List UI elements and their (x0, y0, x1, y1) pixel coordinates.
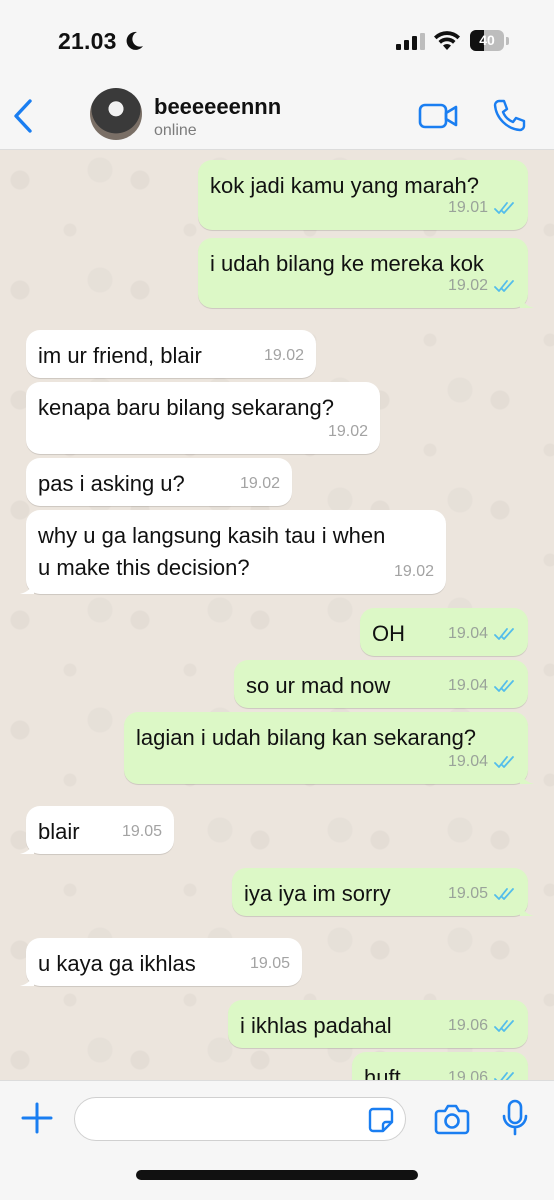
contact-status: online (154, 122, 197, 139)
voice-call-icon[interactable] (492, 98, 526, 132)
bubble-tail (520, 770, 534, 784)
outgoing-message-bubble[interactable]: lagian i udah bilang kan sekarang? 19.04 (124, 712, 534, 784)
message-time: 19.02 (327, 423, 368, 440)
message-meta: 19.06 (448, 1062, 516, 1080)
double-check-icon (494, 888, 514, 900)
message-meta: 19.02 (448, 270, 516, 302)
incoming-message-bubble[interactable]: pas i asking u? 19.02 (26, 458, 292, 506)
message-text: kok jadi kamu yang marah? (210, 173, 480, 198)
message-meta: 19.05 (122, 816, 162, 848)
message-meta: 19.04 (448, 670, 516, 702)
message-meta: 19.05 (448, 878, 516, 910)
outgoing-message-bubble[interactable]: i udah bilang ke mereka kok 19.02 (198, 238, 534, 308)
message-text: im ur friend, blair (38, 343, 202, 368)
message-text: so ur mad now (246, 673, 391, 698)
microphone-icon[interactable] (502, 1099, 528, 1137)
bubble-tail (20, 840, 34, 854)
message-text: u kaya ga ikhlas (38, 951, 196, 976)
bubble-tail (520, 902, 534, 916)
message-time: 19.02 (239, 475, 280, 492)
signal-icon (396, 33, 425, 50)
battery-level: 40 (479, 32, 495, 48)
message-text: why u ga langsung kasih tau i when u mak… (38, 523, 386, 580)
camera-icon[interactable] (434, 1103, 470, 1135)
double-check-icon (494, 756, 514, 768)
outgoing-message-bubble[interactable]: iya iya im sorry 19.05 (232, 868, 534, 916)
incoming-message-bubble[interactable]: blair 19.05 (20, 806, 174, 854)
status-time: 21.03 (58, 28, 117, 54)
message-time: 19.02 (393, 563, 434, 580)
outgoing-message-bubble[interactable]: i ikhlas padahal 19.06 (228, 1000, 528, 1048)
message-list[interactable]: kok jadi kamu yang marah? 19.01 i udah bil… (0, 150, 554, 1080)
double-check-icon (494, 280, 514, 292)
message-time: 19.02 (447, 277, 488, 294)
incoming-message-bubble[interactable]: u kaya ga ikhlas 19.05 (20, 938, 302, 986)
message-text: iya iya im sorry (244, 881, 391, 906)
wifi-icon (434, 31, 460, 50)
message-meta: 19.02 (264, 340, 304, 372)
sticker-icon[interactable] (368, 1107, 394, 1133)
bubble-tail (520, 294, 534, 308)
incoming-message-bubble[interactable]: im ur friend, blair 19.02 (26, 330, 316, 378)
message-time: 19.05 (447, 885, 488, 902)
message-input[interactable] (74, 1097, 406, 1141)
message-meta: 19.04 (448, 746, 516, 778)
message-text: huft (364, 1065, 401, 1080)
message-meta: 19.02 (328, 416, 368, 448)
bubble-tail (20, 972, 34, 986)
message-time: 19.01 (447, 199, 488, 216)
outgoing-message-bubble[interactable]: OH 19.04 (360, 608, 528, 656)
message-text: kenapa baru bilang sekarang? (38, 395, 335, 420)
double-check-icon (494, 202, 514, 214)
message-time: 19.05 (121, 823, 162, 840)
back-chevron-icon[interactable] (10, 98, 36, 134)
message-time: 19.04 (447, 677, 488, 694)
contact-avatar[interactable] (90, 88, 142, 140)
chat-header: beeeeeennn online (0, 80, 554, 150)
double-check-icon (494, 628, 514, 640)
double-check-icon (494, 1020, 514, 1032)
plus-icon[interactable] (20, 1101, 54, 1135)
double-check-icon (494, 1072, 514, 1080)
message-meta: 19.02 (394, 556, 434, 588)
contact-name[interactable]: beeeeeennn (154, 94, 281, 120)
message-time: 19.04 (447, 625, 488, 642)
message-text: i udah bilang ke mereka kok (210, 251, 484, 276)
message-time: 19.06 (447, 1017, 488, 1034)
status-bar: 21.03 40 (0, 0, 554, 80)
message-time: 19.06 (447, 1069, 488, 1080)
message-time: 19.04 (447, 753, 488, 770)
outgoing-message-bubble[interactable]: huft 19.06 (352, 1052, 528, 1080)
battery-indicator: 40 (470, 30, 510, 51)
message-text: OH (372, 621, 405, 646)
incoming-message-bubble[interactable]: why u ga langsung kasih tau i when u mak… (20, 510, 446, 594)
video-call-icon[interactable] (418, 102, 458, 130)
double-check-icon (494, 680, 514, 692)
message-meta: 19.04 (448, 618, 516, 650)
message-time: 19.05 (249, 955, 290, 972)
message-meta: 19.05 (250, 948, 290, 980)
moon-icon (126, 31, 143, 50)
message-meta: 19.02 (240, 468, 280, 500)
chat-screen: 21.03 40 beeeeeennn online kok jadi kamu… (0, 0, 554, 1200)
home-indicator[interactable] (136, 1170, 418, 1180)
outgoing-message-bubble[interactable]: so ur mad now 19.04 (234, 660, 528, 708)
message-text: blair (38, 819, 80, 844)
message-text: i ikhlas padahal (240, 1013, 392, 1038)
message-meta: 19.06 (448, 1010, 516, 1042)
composer-bar (0, 1080, 554, 1200)
bubble-tail (20, 580, 34, 594)
message-text: pas i asking u? (38, 471, 185, 496)
incoming-message-bubble[interactable]: kenapa baru bilang sekarang? 19.02 (26, 382, 380, 454)
message-meta: 19.01 (448, 192, 516, 224)
message-time: 19.02 (263, 347, 304, 364)
outgoing-message-bubble[interactable]: kok jadi kamu yang marah? 19.01 (198, 160, 528, 230)
message-text: lagian i udah bilang kan sekarang? (136, 725, 477, 750)
